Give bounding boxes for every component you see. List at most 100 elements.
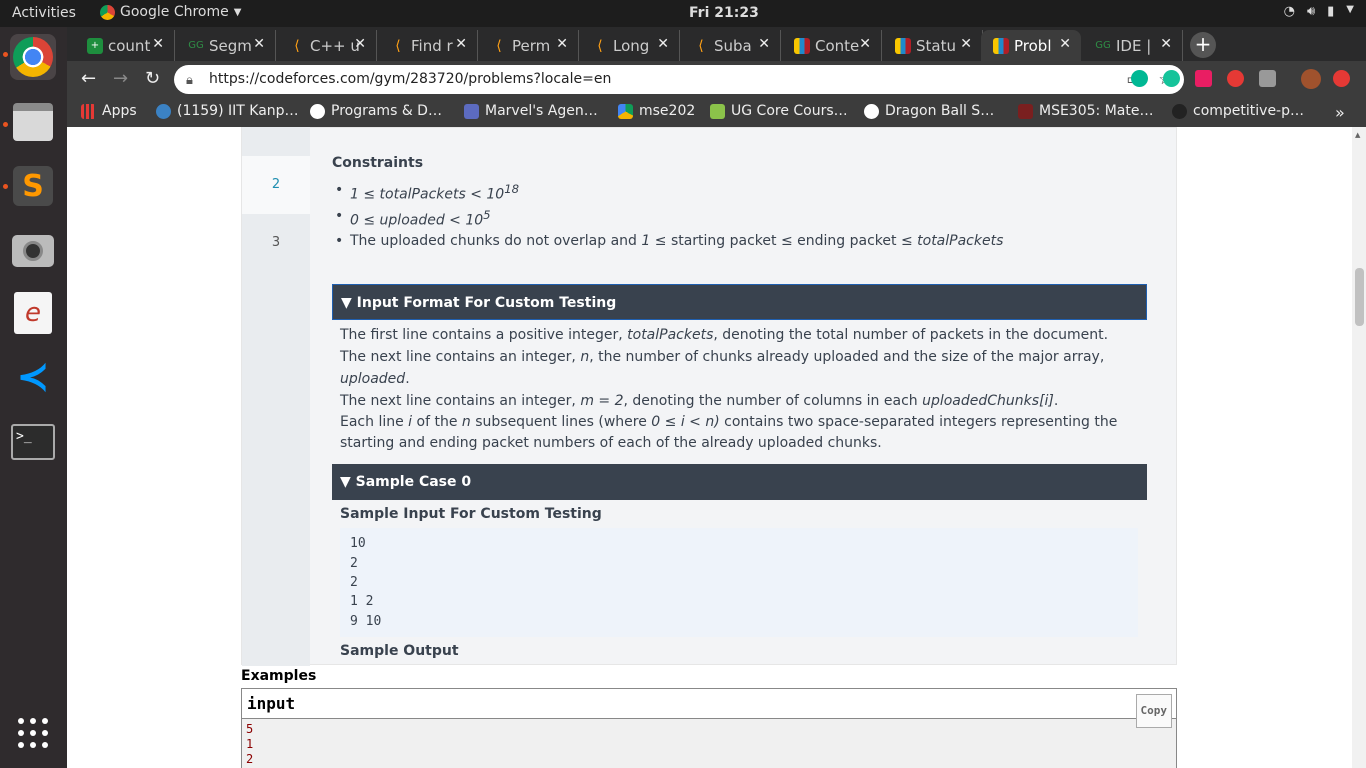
course-icon (1018, 103, 1033, 119)
plus-icon: + (87, 37, 103, 54)
bookmark-ugcore[interactable]: UG Core Cours… (710, 103, 848, 119)
bookmark-label: MSE305: Mate… (1039, 103, 1154, 119)
tab-suba[interactable]: ⟨ Suba ✕ (681, 30, 781, 61)
example-line: 1 (246, 737, 254, 751)
sample-input-heading: Sample Input For Custom Testing (340, 506, 602, 523)
tab-count[interactable]: + count ✕ (75, 30, 175, 61)
close-icon[interactable]: ✕ (960, 36, 972, 52)
bookmark-marvel[interactable]: Marvel's Agen… (464, 103, 598, 119)
input-format-header[interactable]: ▼ Input Format For Custom Testing (332, 284, 1147, 321)
close-icon[interactable]: ✕ (253, 36, 265, 52)
vscode-launcher[interactable]: ≺ (10, 354, 56, 400)
bookmark-competitive[interactable]: competitive-p… (1172, 103, 1304, 119)
sample-case-header[interactable]: ▼ Sample Case 0 (332, 464, 1147, 501)
tab-conte[interactable]: Conte ✕ (782, 30, 882, 61)
input-format-line: The next line contains an integer, m = 2… (340, 393, 1059, 410)
show-apps-button[interactable] (10, 710, 56, 756)
update-icon[interactable] (1333, 70, 1350, 87)
extension-icon[interactable] (1195, 70, 1212, 87)
activities-button[interactable]: Activities (12, 5, 76, 21)
line-number-3[interactable]: 3 (242, 214, 310, 272)
avatar[interactable] (1301, 69, 1321, 89)
chrome-icon (100, 4, 115, 20)
system-tray[interactable]: ◔ 🔊︎ ▮ ▼ (1284, 4, 1354, 19)
app-menu[interactable]: Google Chrome ▼ (100, 4, 241, 20)
more-bookmarks-chevron-icon[interactable]: » (1335, 103, 1345, 122)
input-label: input (247, 694, 296, 713)
copy-button[interactable]: Copy (1135, 694, 1172, 728)
pdf-viewer-launcher[interactable]: e (10, 290, 56, 336)
close-icon[interactable]: ✕ (354, 36, 366, 52)
bookmark-dragonball[interactable]: Dragon Ball S… (864, 103, 994, 119)
tab-cpp[interactable]: ⟨ C++ u ✕ (277, 30, 377, 61)
constraint-item: The uploaded chunks do not overlap and 1… (332, 233, 1147, 249)
grid-icon (18, 718, 48, 748)
leetcode-icon: ⟨ (496, 37, 502, 54)
exponent: 18 (504, 182, 520, 196)
tab-long[interactable]: ⟨ Long ✕ (580, 30, 680, 61)
tab-segm[interactable]: GG Segm ✕ (176, 30, 276, 61)
shield-icon[interactable] (1259, 70, 1276, 87)
triangle-down-icon: ▼ (340, 474, 356, 491)
examples-heading: Examples (241, 668, 317, 684)
bookmark-mse202[interactable]: mse202 (618, 103, 695, 119)
new-tab-button[interactable]: + (1190, 32, 1216, 58)
tab-statu[interactable]: Statu ✕ (883, 30, 983, 61)
page-content: 2 3 Constraints 1 ≤ totalPackets < 1018 … (67, 127, 1366, 768)
constraint-item: 0 ≤ uploaded < 105 (332, 208, 1147, 229)
terminal-icon: >_ (11, 424, 55, 460)
code-line: 2 (350, 555, 358, 571)
close-icon[interactable]: ✕ (152, 36, 164, 52)
close-icon[interactable]: ✕ (556, 36, 568, 52)
chrome-launcher[interactable] (10, 34, 56, 80)
section-title: Input Format For Custom Testing (356, 295, 617, 312)
extension-hand-icon[interactable] (1227, 70, 1244, 87)
extension-m-icon[interactable] (1131, 70, 1148, 87)
bookmark-programs[interactable]: Programs & D… (310, 103, 442, 119)
line-number-2[interactable]: 2 (242, 156, 310, 214)
chrome-icon (13, 37, 53, 77)
address-bar[interactable]: 🔒︎ https://codeforces.com/gym/283720/pro… (174, 65, 1184, 94)
close-icon[interactable]: ✕ (455, 36, 467, 52)
clock[interactable]: Fri 21:23 (689, 5, 759, 21)
bookmark-mse305[interactable]: MSE305: Mate… (1018, 103, 1153, 119)
bookmark-label: Programs & D… (331, 103, 442, 119)
tab-probl[interactable]: Probl ✕ (981, 30, 1081, 61)
example-input-text: 512 (242, 719, 1176, 768)
reload-icon[interactable]: ↻ (145, 68, 160, 89)
tab-ide[interactable]: GG IDE | ✕ (1083, 30, 1183, 61)
vscode-icon: ≺ (16, 354, 50, 400)
tab-title: Suba (714, 36, 752, 55)
back-arrow-icon[interactable]: ← (81, 68, 96, 89)
bookmark-iitk[interactable]: (1159) IIT Kanp… (156, 103, 299, 119)
tab-perm[interactable]: ⟨ Perm ✕ (479, 30, 579, 61)
files-launcher[interactable] (10, 99, 56, 145)
page-scroll-thumb[interactable] (1355, 268, 1364, 326)
close-icon[interactable]: ✕ (657, 36, 669, 52)
bookmark-label: UG Core Cours… (731, 103, 848, 119)
tab-find[interactable]: ⟨ Find r ✕ (378, 30, 478, 61)
terminal-launcher[interactable]: >_ (10, 419, 56, 465)
leetcode-icon: ⟨ (395, 37, 401, 54)
sheet-icon (710, 103, 725, 119)
tab-strip: + count ✕ GG Segm ✕ ⟨ C++ u ✕ ⟨ Find r ✕ ⟨ Perm ✕ … (67, 27, 1366, 61)
bookmark-label: competitive-p… (1193, 103, 1304, 119)
close-icon[interactable]: ✕ (1160, 36, 1172, 52)
bookmark-apps[interactable]: Apps (81, 103, 137, 119)
scroll-up-arrow-icon[interactable]: ▲ (1355, 131, 1360, 139)
page-scrollbar[interactable]: ▲ (1352, 127, 1366, 768)
sublime-launcher[interactable]: S (10, 163, 56, 209)
grammarly-icon[interactable] (1163, 70, 1180, 87)
tab-title: Conte (815, 36, 860, 55)
close-icon[interactable]: ✕ (758, 36, 770, 52)
camera-launcher[interactable] (10, 228, 56, 274)
close-icon[interactable]: ✕ (1059, 36, 1071, 52)
sample-input-block[interactable]: 10 2 2 1 2 9 10 (340, 528, 1138, 637)
lock-icon: 🔒︎ (186, 73, 193, 88)
forward-arrow-icon[interactable]: → (113, 68, 128, 89)
exponent: 5 (483, 207, 491, 222)
leetcode-icon: ⟨ (698, 37, 704, 54)
close-icon[interactable]: ✕ (859, 36, 871, 52)
document-viewer-icon: e (14, 292, 52, 334)
section-title: Sample Case 0 (355, 474, 472, 491)
